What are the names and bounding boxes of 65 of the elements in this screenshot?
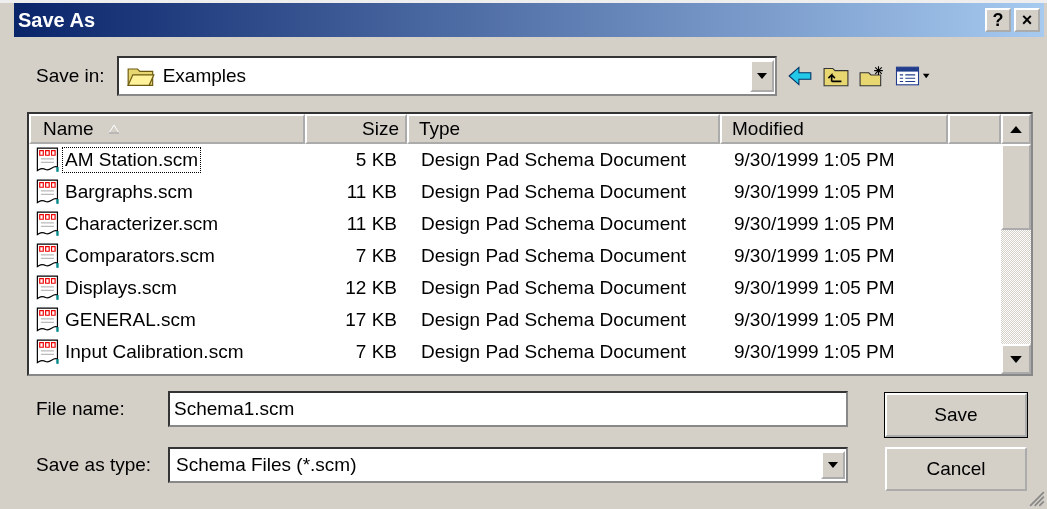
size-cell-text: 11 KB bbox=[345, 213, 398, 235]
file-name-cell[interactable]: Bargraphs.scm bbox=[62, 179, 196, 205]
scroll-up-button[interactable] bbox=[1001, 114, 1031, 144]
modified-cell-text: 9/30/1999 1:05 PM bbox=[733, 181, 896, 203]
file-name-cell[interactable]: Displays.scm bbox=[62, 275, 180, 301]
modified-cell-text: 9/30/1999 1:05 PM bbox=[733, 213, 896, 235]
view-menu-icon[interactable] bbox=[894, 65, 931, 87]
size-cell-text: 5 KB bbox=[354, 149, 398, 171]
size-cell-text: 11 KB bbox=[345, 181, 398, 203]
document-icon bbox=[35, 275, 61, 301]
modified-cell-text: 9/30/1999 1:05 PM bbox=[733, 277, 896, 299]
type-cell-text: Design Pad Schema Document bbox=[420, 149, 688, 171]
vertical-scrollbar[interactable] bbox=[1001, 114, 1031, 374]
save-in-dropdown[interactable]: Examples bbox=[116, 56, 777, 96]
document-icon bbox=[35, 179, 61, 205]
save-as-type-dropdown[interactable]: Schema Files (*.scm) bbox=[168, 447, 848, 483]
scroll-thumb[interactable] bbox=[1001, 144, 1031, 230]
column-header[interactable]: Name bbox=[29, 114, 305, 144]
type-cell-text: Design Pad Schema Document bbox=[420, 181, 688, 203]
file-name-cell[interactable]: Comparators.scm bbox=[62, 243, 218, 269]
help-button[interactable]: ? bbox=[985, 8, 1011, 32]
document-icon bbox=[35, 307, 61, 333]
up-folder-icon[interactable] bbox=[822, 65, 849, 87]
resize-grip-icon[interactable] bbox=[1029, 491, 1045, 507]
size-cell-text: 7 KB bbox=[354, 245, 398, 267]
size-cell-text: 7 KB bbox=[354, 341, 398, 363]
window-title: Save As bbox=[18, 8, 97, 32]
close-button[interactable]: × bbox=[1014, 8, 1040, 32]
document-icon bbox=[35, 243, 61, 269]
down-arrow-icon bbox=[1010, 355, 1022, 363]
column-header[interactable]: Type bbox=[407, 114, 720, 144]
up-arrow-icon bbox=[1010, 125, 1022, 133]
file-name-cell[interactable]: Input Calibration.scm bbox=[62, 339, 247, 365]
file-name-label: File name: bbox=[36, 398, 126, 420]
save-in-label: Save in: bbox=[36, 65, 105, 87]
type-cell-text: Design Pad Schema Document bbox=[420, 309, 688, 331]
save-as-type-label: Save as type: bbox=[36, 454, 153, 476]
sort-icon bbox=[107, 124, 120, 134]
type-cell-text: Design Pad Schema Document bbox=[420, 213, 688, 235]
back-arrow-icon[interactable] bbox=[786, 65, 813, 87]
column-header[interactable]: Size bbox=[305, 114, 407, 144]
document-icon bbox=[35, 339, 61, 365]
document-icon bbox=[35, 211, 61, 237]
type-cell-text: Design Pad Schema Document bbox=[420, 341, 688, 363]
column-header[interactable]: Modified bbox=[720, 114, 948, 144]
file-name-field[interactable]: Schema1.scm bbox=[168, 391, 848, 427]
scroll-down-button[interactable] bbox=[1001, 344, 1031, 374]
modified-cell-text: 9/30/1999 1:05 PM bbox=[733, 149, 896, 171]
dropdown-arrow-icon bbox=[756, 73, 767, 79]
file-name-cell[interactable]: GENERAL.scm bbox=[62, 307, 199, 333]
modified-cell-text: 9/30/1999 1:05 PM bbox=[733, 245, 896, 267]
file-name-cell[interactable]: Characterizer.scm bbox=[62, 211, 222, 237]
save-button[interactable]: Save bbox=[885, 393, 1027, 437]
new-folder-icon[interactable] bbox=[858, 65, 885, 87]
type-cell-text: Design Pad Schema Document bbox=[420, 245, 688, 267]
size-cell-text: 17 KB bbox=[344, 309, 398, 331]
dropdown-arrow-icon bbox=[828, 462, 838, 468]
type-cell-text: Design Pad Schema Document bbox=[420, 277, 688, 299]
cancel-button[interactable]: Cancel bbox=[885, 447, 1027, 491]
modified-cell-text: 9/30/1999 1:05 PM bbox=[733, 341, 896, 363]
modified-cell-text: 9/30/1999 1:05 PM bbox=[733, 309, 896, 331]
size-cell-text: 12 KB bbox=[344, 277, 398, 299]
file-name-cell[interactable]: AM Station.scm bbox=[62, 147, 202, 173]
folder-icon bbox=[126, 65, 155, 87]
document-icon bbox=[35, 147, 61, 173]
